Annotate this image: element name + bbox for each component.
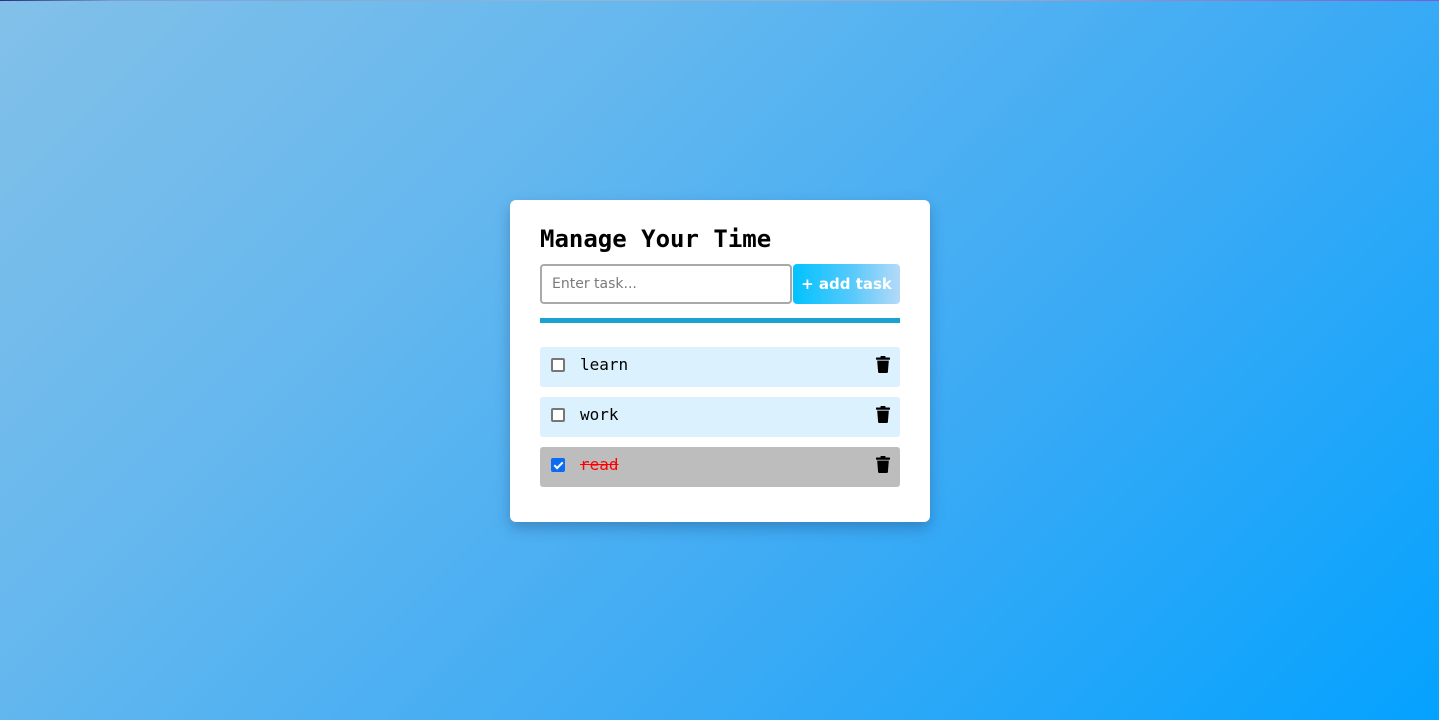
page-title: Manage Your Time (540, 225, 772, 253)
task-label: learn (580, 355, 629, 374)
task-label: work (580, 405, 619, 424)
todo-card: Manage Your Time + add task learn work (510, 200, 930, 522)
trash-icon[interactable] (876, 456, 890, 473)
trash-icon[interactable] (876, 356, 890, 373)
task-item: work (540, 397, 900, 437)
task-item: learn (540, 347, 900, 387)
trash-icon[interactable] (876, 406, 890, 423)
task-list: learn work read (540, 347, 900, 497)
divider (540, 318, 900, 323)
add-task-button[interactable]: + add task (793, 264, 900, 304)
top-border-line (0, 0, 1439, 1)
task-item-completed: read (540, 447, 900, 487)
task-label: read (580, 455, 619, 474)
task-checkbox-checked[interactable] (551, 458, 565, 472)
task-checkbox[interactable] (551, 358, 565, 372)
task-input[interactable] (540, 264, 792, 304)
task-checkbox[interactable] (551, 408, 565, 422)
